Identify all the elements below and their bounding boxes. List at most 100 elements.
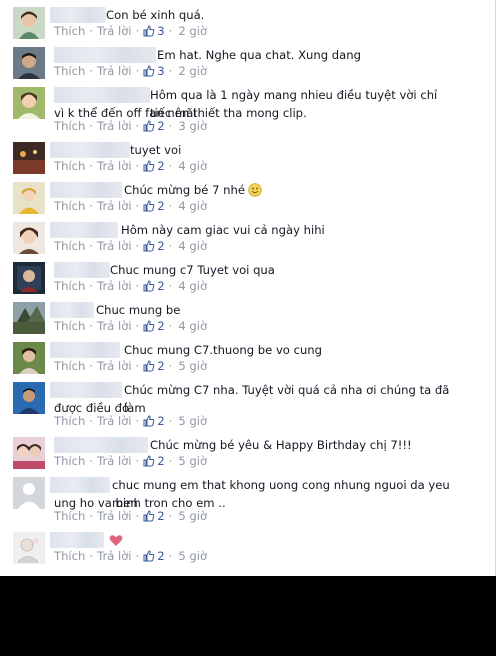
separator: · (89, 239, 94, 253)
reply-link[interactable]: Trả lời (97, 159, 131, 173)
separator: · (168, 64, 173, 78)
timestamp[interactable]: 4 giờ (178, 199, 207, 213)
avatar[interactable] (13, 342, 45, 374)
separator: · (89, 279, 94, 293)
commenter-name[interactable] (50, 302, 94, 318)
thumbs-up-icon (143, 360, 155, 372)
avatar[interactable] (13, 182, 45, 214)
like-link[interactable]: Thích (54, 509, 85, 523)
comment: chuc mung em that khong uong cong nhung … (0, 470, 495, 525)
like-link[interactable]: Thích (54, 239, 85, 253)
timestamp[interactable]: 4 giờ (178, 159, 207, 173)
timestamp[interactable]: 4 giờ (178, 239, 207, 253)
commenter-name[interactable] (50, 222, 118, 238)
avatar[interactable] (13, 7, 45, 39)
avatar[interactable] (13, 87, 45, 119)
comment-actions: Thích · Trả lời · 2 · 4 giờ (54, 199, 207, 213)
commenter-name[interactable] (50, 182, 122, 198)
commenter-name[interactable] (54, 437, 148, 453)
avatar[interactable] (13, 262, 45, 294)
like-count[interactable]: 2 (143, 414, 165, 428)
separator: · (168, 24, 173, 38)
reply-link[interactable]: Trả lời (97, 359, 131, 373)
thumbs-up-icon (143, 200, 155, 212)
timestamp[interactable]: 4 giờ (178, 319, 207, 333)
commenter-name[interactable] (50, 382, 122, 398)
timestamp[interactable]: 3 giờ (178, 119, 207, 133)
timestamp[interactable]: 5 giờ (178, 509, 207, 523)
avatar[interactable] (13, 142, 45, 174)
like-count[interactable]: 2 (143, 359, 165, 373)
commenter-name[interactable] (54, 47, 156, 63)
timestamp[interactable]: 5 giờ (178, 359, 207, 373)
separator: · (89, 414, 94, 428)
reply-link[interactable]: Trả lời (97, 414, 131, 428)
timestamp[interactable]: 2 giờ (178, 64, 207, 78)
like-link[interactable]: Thích (54, 279, 85, 293)
like-link[interactable]: Thích (54, 549, 85, 563)
timestamp[interactable]: 2 giờ (178, 24, 207, 38)
comment-text (106, 531, 455, 549)
avatar[interactable] (13, 47, 45, 79)
like-count[interactable]: 2 (143, 159, 165, 173)
commenter-name[interactable] (50, 142, 130, 158)
like-link[interactable]: Thích (54, 159, 85, 173)
reply-link[interactable]: Trả lời (97, 64, 131, 78)
timestamp[interactable]: 5 giờ (178, 454, 207, 468)
like-count[interactable]: 3 (143, 24, 165, 38)
timestamp[interactable]: 5 giờ (178, 414, 207, 428)
separator: · (168, 509, 173, 523)
avatar[interactable] (13, 222, 45, 254)
separator: · (135, 359, 140, 373)
avatar[interactable] (13, 302, 45, 334)
reply-link[interactable]: Trả lời (97, 24, 131, 38)
like-count[interactable]: 2 (143, 119, 165, 133)
commenter-name[interactable] (50, 532, 104, 548)
timestamp[interactable]: 5 giờ (178, 549, 207, 563)
reply-link[interactable]: Trả lời (97, 454, 131, 468)
commenter-name[interactable] (50, 342, 120, 358)
like-count[interactable]: 2 (143, 239, 165, 253)
like-link[interactable]: Thích (54, 24, 85, 38)
reply-link[interactable]: Trả lời (97, 509, 131, 523)
like-count[interactable]: 3 (143, 64, 165, 78)
like-link[interactable]: Thích (54, 199, 85, 213)
like-count[interactable]: 2 (143, 549, 165, 563)
like-link[interactable]: Thích (54, 319, 85, 333)
reply-link[interactable]: Trả lời (97, 319, 131, 333)
commenter-name[interactable] (54, 87, 150, 103)
avatar[interactable] (13, 437, 45, 469)
reply-link[interactable]: Trả lời (97, 119, 131, 133)
like-link[interactable]: Thích (54, 454, 85, 468)
avatar[interactable] (13, 382, 45, 414)
smile-emoji-icon (248, 183, 262, 197)
like-link[interactable]: Thích (54, 359, 85, 373)
like-count[interactable]: 2 (143, 454, 165, 468)
reply-link[interactable]: Trả lời (97, 279, 131, 293)
reply-link[interactable]: Trả lời (97, 549, 131, 563)
comment-text-body: Chúc mừng bé 7 nhé (124, 183, 245, 197)
like-link[interactable]: Thích (54, 119, 85, 133)
like-count[interactable]: 2 (143, 319, 165, 333)
like-count[interactable]: 2 (143, 279, 165, 293)
separator: · (89, 454, 94, 468)
separator: · (168, 454, 173, 468)
avatar[interactable] (13, 532, 45, 564)
thumbs-up-icon (143, 455, 155, 467)
reply-link[interactable]: Trả lời (97, 239, 131, 253)
commenter-name[interactable] (54, 262, 110, 278)
separator: · (168, 549, 173, 563)
comment-actions: Thích · Trả lời · 2 · 5 giờ (54, 509, 207, 523)
comment-text: Chuc mung C7.thuong be vo cung (124, 343, 323, 357)
like-link[interactable]: Thích (54, 64, 85, 78)
separator: · (168, 319, 173, 333)
avatar[interactable] (13, 477, 45, 509)
commenter-name[interactable] (50, 7, 106, 23)
like-link[interactable]: Thích (54, 414, 85, 428)
like-count[interactable]: 2 (143, 199, 165, 213)
timestamp[interactable]: 4 giờ (178, 279, 207, 293)
reply-link[interactable]: Trả lời (97, 199, 131, 213)
like-count[interactable]: 2 (143, 509, 165, 523)
commenter-name[interactable] (50, 477, 110, 493)
separator: · (135, 279, 140, 293)
